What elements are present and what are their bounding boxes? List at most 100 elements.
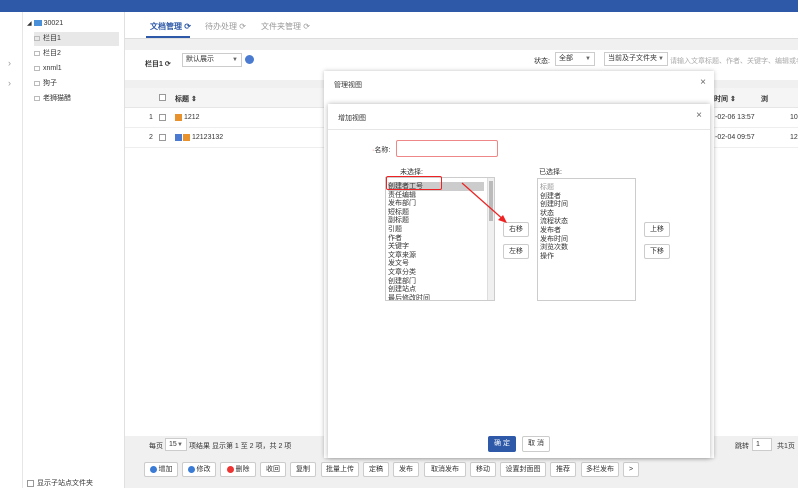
folder-icon	[34, 80, 40, 86]
row-checkbox[interactable]	[159, 114, 166, 121]
multi-publish-button[interactable]: 多栏发布	[581, 462, 619, 477]
row-views: 12	[790, 134, 798, 141]
folder-icon	[34, 50, 40, 56]
copy-button[interactable]: 复制	[290, 462, 316, 477]
document-icon	[175, 134, 182, 141]
tree-item-2[interactable]: 栏目2	[34, 47, 61, 61]
move-right-button[interactable]: 右移	[503, 222, 529, 237]
edit-button-label: 修改	[196, 466, 211, 473]
document-icon	[175, 114, 182, 121]
col-time[interactable]: 时间 ⇕	[714, 94, 736, 104]
tree-item-3[interactable]: xnml1	[34, 62, 62, 76]
list-item[interactable]: 最后修改时间	[388, 294, 430, 300]
row-number: 2	[149, 134, 153, 141]
action-toolbar: 增加 修改 删除 收回 复制 批量上传 定稿 发布 取消发布 移动 设置封面图 …	[125, 462, 798, 482]
col-title[interactable]: 标题 ⇕	[175, 94, 197, 104]
view-settings-icon[interactable]	[245, 55, 254, 64]
scope-select-value: 当前及子文件夹	[608, 55, 657, 62]
left-collapsed-rail: › ›	[0, 12, 23, 488]
unpublish-button[interactable]: 取消发布	[424, 462, 466, 477]
row-title[interactable]: 1212	[184, 114, 200, 121]
tree-item-1[interactable]: 栏目1	[34, 32, 119, 46]
tab-folders[interactable]: 文件夹管理 ⟳	[261, 21, 310, 32]
tree-item-4[interactable]: 狗子	[34, 77, 57, 91]
jump-label: 跳转	[735, 443, 749, 450]
col-views[interactable]: 浏	[761, 94, 768, 104]
row-title[interactable]: 12123132	[192, 134, 223, 141]
tab-bar: 文档管理 ⟳ 待办处理 ⟳ 文件夹管理 ⟳	[125, 12, 798, 39]
tree-item-5[interactable]: 老狮猫醋	[34, 92, 71, 106]
scrollbar[interactable]	[487, 178, 494, 300]
pencil-icon	[187, 465, 195, 473]
jump-input[interactable]: 1	[752, 438, 772, 451]
edit-button[interactable]: 修改	[182, 462, 216, 477]
scrollbar-thumb[interactable]	[489, 181, 493, 221]
jump-value: 1	[756, 441, 760, 448]
tab-pending[interactable]: 待办处理 ⟳	[205, 21, 246, 32]
finalize-button[interactable]: 定稿	[363, 462, 389, 477]
manage-view-title: 管理视图	[334, 82, 362, 89]
total-pages: 共1页	[777, 443, 795, 450]
show-sub-sites-toggle[interactable]: 显示子站点文件夹	[27, 478, 93, 488]
status-select-value: 全部	[559, 55, 573, 62]
view-select-value: 默认展示	[186, 56, 214, 63]
caret-down-icon: ▼	[585, 56, 591, 62]
move-button[interactable]: 移动	[470, 462, 496, 477]
ok-button[interactable]: 确 定	[488, 436, 516, 452]
tree-item-label: xnml1	[43, 65, 62, 72]
move-left-button[interactable]: 左移	[503, 244, 529, 259]
name-input[interactable]	[396, 140, 498, 157]
chevron-right-icon[interactable]: ›	[8, 58, 11, 68]
status-select[interactable]: 全部 ▼	[555, 52, 595, 66]
add-button[interactable]: 增加	[144, 462, 178, 477]
show-sub-label: 显示子站点文件夹	[37, 480, 93, 487]
column-title: 栏目1 ⟳	[145, 61, 171, 68]
move-up-button[interactable]: 上移	[644, 222, 670, 237]
close-icon[interactable]: ×	[696, 110, 702, 121]
select-all-checkbox[interactable]	[159, 94, 166, 101]
folder-icon	[34, 65, 40, 71]
list-item[interactable]: 操作	[540, 252, 554, 261]
row-views: 10	[790, 114, 798, 121]
tree-root[interactable]: ◢ 30021	[27, 17, 63, 31]
pager-summary: 项结果 显示第 1 至 2 项，共 2 项	[189, 443, 292, 450]
row-checkbox[interactable]	[159, 134, 166, 141]
unselected-listbox[interactable]: 创建者工号 责任编辑 发布部门 短标题 副标题 引题 作者 关键字 文章来源 发文号 文章分类 创建部…	[385, 177, 495, 301]
scope-select[interactable]: 当前及子文件夹 ▼	[604, 52, 668, 66]
add-view-dialog: 增加视图 × ·名称: 未选择: 创建者工号 责任编辑 发布部门 短标题 副标题 引题 作者…	[328, 104, 710, 458]
search-input[interactable]: 请输入文章标题、作者、关键字、编辑或者	[670, 56, 798, 66]
plus-icon	[149, 465, 157, 473]
caret-down-icon: ▼	[658, 56, 664, 62]
per-page-select[interactable]: 15 ▼	[165, 438, 187, 451]
selected-label: 已选择:	[539, 169, 562, 176]
view-select[interactable]: 默认展示 ▼	[182, 53, 242, 67]
delete-button-label: 删除	[235, 466, 250, 473]
recycle-button[interactable]: 收回	[260, 462, 286, 477]
per-page-label: 每页	[149, 443, 163, 450]
name-label-text: 名称:	[374, 147, 391, 154]
add-button-label: 增加	[158, 466, 173, 473]
delete-button[interactable]: 删除	[220, 462, 256, 477]
cancel-button[interactable]: 取 消	[522, 436, 550, 452]
add-view-title: 增加视图	[338, 115, 366, 122]
batch-upload-button[interactable]: 批量上传	[321, 462, 359, 477]
move-down-button[interactable]: 下移	[644, 244, 670, 259]
set-cover-button[interactable]: 设置封面图	[500, 462, 546, 477]
publish-button[interactable]: 发布	[393, 462, 419, 477]
tree-item-label: 栏目1	[43, 35, 61, 42]
recommend-button[interactable]: 推荐	[550, 462, 576, 477]
folder-icon	[34, 35, 40, 41]
tab-documents[interactable]: 文档管理 ⟳	[150, 21, 191, 32]
delete-icon	[226, 465, 234, 473]
active-tab-indicator	[146, 36, 190, 38]
row-time: -02-04 09:57	[715, 134, 755, 141]
divider	[328, 129, 710, 130]
selected-listbox[interactable]: 标题 创建者 创建时间 状态 流程状态 发布者 发布时间 浏览次数 操作	[537, 178, 636, 301]
chevron-right-icon[interactable]: ›	[8, 78, 11, 88]
close-icon[interactable]: ×	[700, 77, 706, 88]
document-icon	[183, 134, 190, 141]
caret-down-icon[interactable]: ◢	[27, 17, 32, 31]
more-button[interactable]: >	[623, 462, 639, 477]
tree-root-label: 30021	[43, 20, 64, 27]
checkbox[interactable]	[27, 479, 34, 487]
